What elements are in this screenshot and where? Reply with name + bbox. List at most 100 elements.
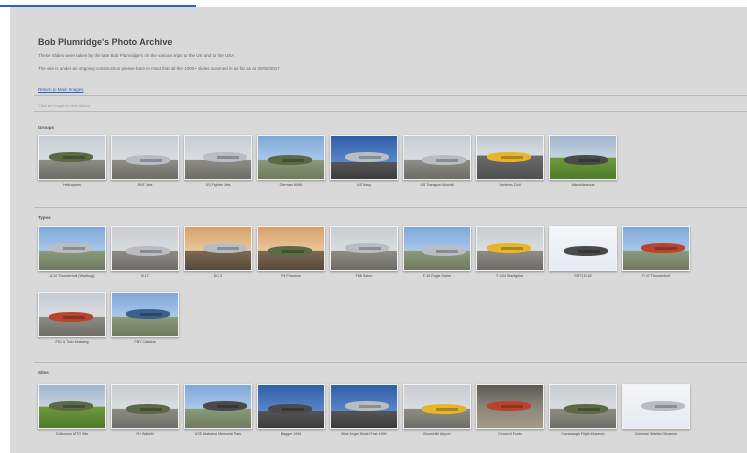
- album-thumbnail-image[interactable]: [111, 226, 179, 271]
- album-thumbnail-image[interactable]: [330, 384, 398, 429]
- album-caption[interactable]: Cavanaugh Flight Museum: [549, 432, 617, 437]
- album-caption[interactable]: F-104 Starfighter: [476, 274, 544, 279]
- album-thumbnail-image[interactable]: [403, 226, 471, 271]
- aircraft-shape: [487, 243, 531, 253]
- album-thumbnail[interactable]: Concord Fords: [476, 384, 544, 437]
- top-link-underline[interactable]: [0, 0, 196, 7]
- album-thumbnail[interactable]: F-104 Starfighter: [476, 226, 544, 279]
- album-thumbnail-image[interactable]: [549, 226, 617, 271]
- album-thumbnail-image[interactable]: [549, 384, 617, 429]
- album-thumbnail-image[interactable]: [476, 384, 544, 429]
- album-thumbnail[interactable]: Helicopters: [38, 135, 106, 188]
- album-thumbnail-image[interactable]: [38, 226, 106, 271]
- album-caption[interactable]: US Fighter Jets: [184, 183, 252, 188]
- album-caption[interactable]: Miscellaneous: [549, 183, 617, 188]
- album-thumbnail[interactable]: Vehicles Civil: [476, 135, 544, 188]
- aircraft-shape: [487, 152, 531, 162]
- aircraft-shape: [641, 243, 685, 253]
- aircraft-shape: [49, 312, 93, 322]
- album-thumbnail[interactable]: P-47 Thunderbolt: [622, 226, 690, 279]
- album-caption[interactable]: PBY Catalina: [111, 340, 179, 345]
- album-thumbnail-image[interactable]: [257, 135, 325, 180]
- album-thumbnail[interactable]: Cavanaugh Flight Museum: [549, 384, 617, 437]
- album-thumbnail-image[interactable]: [622, 384, 690, 429]
- album-caption[interactable]: P-47 Thunderbolt: [622, 274, 690, 279]
- album-caption[interactable]: US Navy: [330, 183, 398, 188]
- aircraft-shape: [422, 246, 466, 256]
- album-thumbnail[interactable]: US Navy: [330, 135, 398, 188]
- album-thumbnail[interactable]: Bagger 1946: [257, 384, 325, 437]
- album-thumbnail-image[interactable]: [38, 135, 106, 180]
- album-thumbnail[interactable]: Miscellaneous: [549, 135, 617, 188]
- album-thumbnail[interactable]: Blue Angel Model Fest 1990: [330, 384, 398, 437]
- album-caption[interactable]: German WWII: [257, 183, 325, 188]
- album-thumbnail-image[interactable]: [257, 226, 325, 271]
- album-caption[interactable]: Concord Fords: [476, 432, 544, 437]
- album-caption[interactable]: DC-3: [184, 274, 252, 279]
- album-thumbnail[interactable]: US Transport Aircraft: [403, 135, 471, 188]
- album-caption[interactable]: Bagger 1946: [257, 432, 325, 437]
- section-title-types: Types: [38, 215, 51, 220]
- album-thumbnail-image[interactable]: [403, 135, 471, 180]
- album-thumbnail[interactable]: Bournville Airport: [403, 384, 471, 437]
- album-thumbnail-image[interactable]: [111, 384, 179, 429]
- album-thumbnail[interactable]: DC-3: [184, 226, 252, 279]
- album-thumbnail-image[interactable]: [111, 292, 179, 337]
- album-thumbnail[interactable]: PBY Catalina: [111, 292, 179, 345]
- album-thumbnail-image[interactable]: [330, 135, 398, 180]
- album-thumbnail-image[interactable]: [330, 226, 398, 271]
- album-thumbnail-image[interactable]: [549, 135, 617, 180]
- album-thumbnail-image[interactable]: [184, 226, 252, 271]
- album-thumbnail-image[interactable]: [476, 135, 544, 180]
- album-thumbnail-image[interactable]: [38, 292, 106, 337]
- album-caption[interactable]: USS Alabama Memorial Park: [184, 432, 252, 437]
- album-thumbnail[interactable]: RJ Wakefil: [111, 384, 179, 437]
- album-thumbnail[interactable]: Coltsmoor MTO Site: [38, 384, 106, 437]
- album-thumbnail[interactable]: A-10 Thunderbolt (Warthog): [38, 226, 106, 279]
- album-thumbnail[interactable]: German WWII: [257, 135, 325, 188]
- album-caption[interactable]: SR71 B-52: [549, 274, 617, 279]
- album-caption[interactable]: Vehicles Civil: [476, 183, 544, 188]
- album-thumbnail[interactable]: F-16 Eagle Sabre: [403, 226, 471, 279]
- album-caption[interactable]: US Transport Aircraft: [403, 183, 471, 188]
- section-title-groups: Groups: [38, 125, 55, 130]
- album-caption[interactable]: RJ Wakefil: [111, 432, 179, 437]
- album-caption[interactable]: F86 Sabre: [330, 274, 398, 279]
- album-thumbnail-image[interactable]: [184, 384, 252, 429]
- album-thumbnail[interactable]: SR71 B-52: [549, 226, 617, 279]
- album-thumbnail[interactable]: Coleman Warbird Museum: [622, 384, 690, 437]
- album-thumbnail[interactable]: USS Alabama Memorial Park: [184, 384, 252, 437]
- album-caption[interactable]: Helicopters: [38, 183, 106, 188]
- aircraft-shape: [345, 243, 389, 253]
- album-thumbnail-image[interactable]: [257, 384, 325, 429]
- aircraft-shape: [345, 152, 389, 162]
- album-thumbnail[interactable]: P51 & Twin Mustang: [38, 292, 106, 345]
- aircraft-shape: [49, 152, 93, 162]
- aircraft-shape: [126, 246, 170, 256]
- album-caption[interactable]: Bournville Airport: [403, 432, 471, 437]
- album-thumbnail[interactable]: F4 Phantom: [257, 226, 325, 279]
- album-caption[interactable]: Blue Angel Model Fest 1990: [330, 432, 398, 437]
- album-thumbnail[interactable]: B-17: [111, 226, 179, 279]
- album-caption[interactable]: F4 Phantom: [257, 274, 325, 279]
- hint-text: Click an image to view album: [38, 103, 90, 108]
- album-caption[interactable]: A-10 Thunderbolt (Warthog): [38, 274, 106, 279]
- album-caption[interactable]: F-16 Eagle Sabre: [403, 274, 471, 279]
- album-thumbnail-image[interactable]: [111, 135, 179, 180]
- album-caption[interactable]: RAF Jets: [111, 183, 179, 188]
- album-caption[interactable]: P51 & Twin Mustang: [38, 340, 106, 345]
- album-thumbnail-image[interactable]: [403, 384, 471, 429]
- album-thumbnail[interactable]: RAF Jets: [111, 135, 179, 188]
- aircraft-shape: [564, 155, 608, 165]
- album-thumbnail-image[interactable]: [622, 226, 690, 271]
- aircraft-shape: [422, 155, 466, 165]
- album-caption[interactable]: Coleman Warbird Museum: [622, 432, 690, 437]
- album-caption[interactable]: Coltsmoor MTO Site: [38, 432, 106, 437]
- album-thumbnail-image[interactable]: [476, 226, 544, 271]
- album-thumbnail[interactable]: F86 Sabre: [330, 226, 398, 279]
- album-caption[interactable]: B-17: [111, 274, 179, 279]
- album-thumbnail-image[interactable]: [38, 384, 106, 429]
- return-to-main-link[interactable]: Return to Main Images: [38, 87, 84, 92]
- album-thumbnail-image[interactable]: [184, 135, 252, 180]
- album-thumbnail[interactable]: US Fighter Jets: [184, 135, 252, 188]
